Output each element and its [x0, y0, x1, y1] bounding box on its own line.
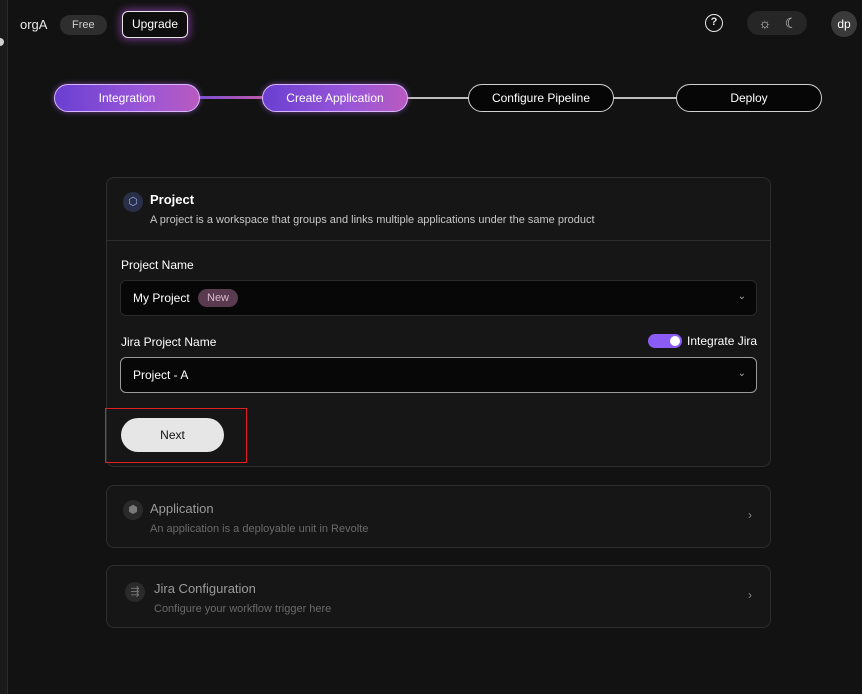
chevron-down-icon: ⌄: [737, 291, 746, 302]
toggle-knob: [670, 336, 680, 346]
project-name-label: Project Name: [121, 258, 194, 272]
step-integration[interactable]: Integration: [54, 84, 200, 112]
card-description: Configure your workflow trigger here: [154, 603, 332, 615]
step-connector: [406, 97, 470, 99]
application-card[interactable]: ⬢ Application An application is a deploy…: [106, 485, 771, 548]
left-rail: [0, 0, 8, 694]
highlight-annotation: [105, 408, 247, 463]
upgrade-button[interactable]: Upgrade: [122, 11, 189, 38]
jira-icon: ⇶: [125, 582, 145, 602]
jira-project-select[interactable]: Project - A ⌄: [120, 357, 757, 393]
chevron-right-icon[interactable]: ›: [748, 588, 752, 602]
top-bar: orgA Free Upgrade ? ☼ ☾ dp: [8, 0, 862, 48]
application-icon: ⬢: [123, 500, 143, 520]
card-description: An application is a deployable unit in R…: [150, 523, 369, 535]
progress-stepper: Integration Create Application Configure…: [8, 78, 862, 118]
project-name-value: My Project: [133, 291, 190, 305]
integrate-jira-label: Integrate Jira: [687, 334, 758, 348]
step-deploy[interactable]: Deploy: [676, 84, 822, 112]
jira-project-name-label: Jira Project Name: [121, 335, 217, 349]
chevron-down-icon: ⌄: [737, 368, 746, 379]
chevron-right-icon[interactable]: ›: [748, 508, 752, 522]
step-create-application[interactable]: Create Application: [262, 84, 408, 112]
step-connector: [612, 97, 678, 99]
divider: [107, 240, 770, 241]
card-description: A project is a workspace that groups and…: [150, 214, 595, 226]
avatar[interactable]: dp: [831, 11, 857, 37]
card-title: Application: [150, 501, 214, 516]
plan-badge: Free: [60, 15, 107, 35]
project-icon: ⬡: [123, 192, 143, 212]
integrate-jira-toggle[interactable]: [648, 334, 682, 348]
new-badge: New: [198, 289, 239, 307]
org-name[interactable]: orgA: [20, 17, 47, 32]
jira-configuration-card[interactable]: ⇶ Jira Configuration Configure your work…: [106, 565, 771, 628]
jira-project-value: Project - A: [133, 368, 189, 382]
help-icon[interactable]: ?: [705, 14, 723, 32]
card-title: Project: [150, 192, 195, 207]
project-card-header: ⬡ Project A project is a workspace that …: [107, 178, 770, 240]
sun-icon[interactable]: ☼: [754, 11, 776, 35]
rail-handle[interactable]: [0, 38, 4, 46]
step-connector: [198, 96, 264, 99]
moon-icon[interactable]: ☾: [780, 11, 802, 35]
project-name-select[interactable]: My Project New ⌄: [120, 280, 757, 316]
theme-toggle[interactable]: ☼ ☾: [747, 11, 807, 35]
card-title: Jira Configuration: [154, 581, 256, 596]
step-configure-pipeline[interactable]: Configure Pipeline: [468, 84, 614, 112]
